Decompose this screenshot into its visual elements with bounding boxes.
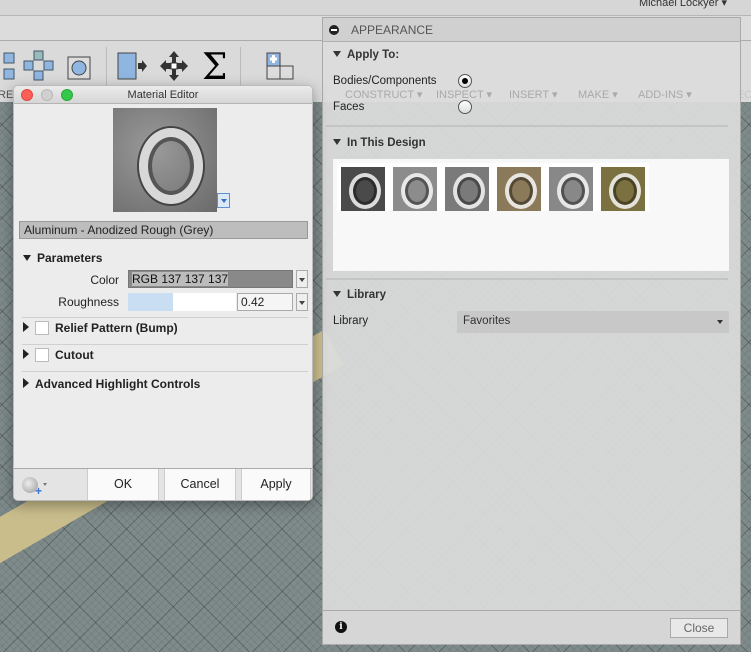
divider — [326, 278, 728, 280]
expand-triangle-icon — [23, 255, 31, 261]
expand-triangle-icon — [333, 139, 341, 145]
radio-bodies-components[interactable] — [458, 74, 472, 88]
divider — [22, 317, 308, 318]
expand-triangle-icon — [333, 51, 341, 57]
library-label: Library — [333, 315, 369, 327]
chevron-down-icon — [717, 320, 723, 324]
minimize-window-button[interactable] — [41, 89, 53, 101]
material-preview — [113, 108, 217, 212]
color-label: Color — [90, 273, 119, 287]
apply-button[interactable]: Apply — [241, 469, 311, 500]
collapsed-triangle-icon — [23, 378, 29, 388]
panel-title: APPEARANCE — [351, 22, 434, 37]
slider-fill — [128, 293, 174, 311]
material-thumbnail[interactable] — [601, 167, 645, 211]
roughness-label: Roughness — [58, 295, 119, 309]
dialog-titlebar[interactable]: Material Editor — [14, 86, 312, 104]
radio-faces[interactable] — [458, 100, 472, 114]
design-materials-list — [333, 159, 729, 271]
cancel-button[interactable]: Cancel — [164, 469, 236, 500]
parameters-header[interactable]: Parameters — [23, 251, 102, 265]
material-thumbnail[interactable] — [497, 167, 541, 211]
dialog-footer: OK Cancel Apply — [14, 468, 312, 500]
cutout-checkbox[interactable] — [35, 348, 49, 362]
appearance-header: APPEARANCE — [323, 18, 740, 42]
svg-text:Σ: Σ — [202, 49, 227, 83]
press-pull-icon[interactable] — [114, 49, 148, 83]
collapse-icon[interactable] — [329, 24, 339, 35]
expand-triangle-icon — [333, 291, 341, 297]
zoom-window-button[interactable] — [61, 89, 73, 101]
new-component-icon[interactable] — [264, 49, 298, 83]
move-icon[interactable] — [157, 49, 191, 83]
top-bar: Michael Lockyer ▾ — [0, 0, 751, 16]
roughness-slider[interactable] — [128, 293, 236, 311]
collapsed-triangle-icon — [23, 349, 29, 359]
color-field[interactable]: RGB 137 137 137 — [128, 270, 293, 288]
divider — [22, 371, 308, 372]
chevron-down-icon[interactable] — [43, 483, 47, 486]
create-tool-icon[interactable] — [0, 49, 24, 83]
preview-options-dropdown[interactable] — [217, 193, 230, 208]
advanced-highlight-section[interactable]: Advanced Highlight Controls — [23, 377, 200, 391]
material-name-field[interactable]: Aluminum - Anodized Rough (Grey) — [19, 221, 308, 239]
option-label: Bodies/Components — [333, 75, 437, 87]
apply-to-header[interactable]: Apply To: — [323, 49, 399, 61]
toolbar-label-make[interactable]: MAKE ▾ — [578, 88, 618, 101]
option-label: Faces — [333, 101, 365, 113]
user-menu[interactable]: Michael Lockyer ▾ — [639, 0, 727, 9]
material-thumbnail[interactable] — [393, 167, 437, 211]
material-thumbnail[interactable] — [341, 167, 385, 211]
library-header[interactable]: Library — [323, 289, 386, 301]
toolbar-label-inspect[interactable]: INSPECT ▾ — [436, 88, 492, 101]
pattern-tool-icon[interactable] — [22, 49, 56, 83]
roughness-input[interactable]: 0.42 — [237, 293, 293, 311]
dialog-title: Material Editor — [127, 89, 199, 101]
material-thumbnail[interactable] — [445, 167, 489, 211]
ok-button[interactable]: OK — [87, 469, 159, 500]
cutout-section[interactable]: Cutout — [23, 348, 94, 362]
in-this-design-header[interactable]: In This Design — [323, 137, 426, 149]
divider — [326, 125, 728, 127]
shell-tool-icon[interactable] — [64, 49, 98, 83]
roughness-dropdown[interactable] — [296, 293, 308, 311]
toolbar-label-add-ins[interactable]: ADD-INS ▾ — [638, 88, 692, 101]
close-button[interactable]: Close — [670, 618, 728, 638]
add-material-icon[interactable] — [22, 477, 42, 498]
library-select[interactable]: Favorites — [457, 311, 729, 333]
appearance-panel: APPEARANCE Apply To: Bodies/Components F… — [322, 17, 741, 645]
collapsed-triangle-icon — [23, 322, 29, 332]
close-window-button[interactable] — [21, 89, 33, 101]
sum-icon[interactable]: Σ — [200, 49, 234, 83]
material-editor-dialog: Material Editor Aluminum - Anodized Roug… — [13, 85, 313, 501]
toolbar-label-construct[interactable]: CONSTRUCT ▾ — [345, 88, 422, 101]
panel-footer: i Close — [323, 610, 740, 644]
relief-pattern-checkbox[interactable] — [35, 321, 49, 335]
color-dropdown[interactable] — [296, 270, 308, 288]
info-icon[interactable]: i — [335, 621, 347, 633]
material-thumbnail[interactable] — [549, 167, 593, 211]
divider — [22, 344, 308, 345]
toolbar-label-insert[interactable]: INSERT ▾ — [509, 88, 558, 101]
relief-pattern-section[interactable]: Relief Pattern (Bump) — [23, 321, 178, 335]
